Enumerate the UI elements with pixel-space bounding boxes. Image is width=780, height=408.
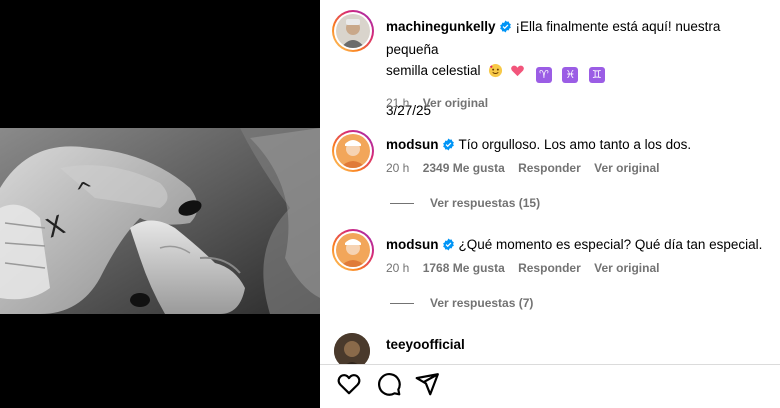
post-time: 21 h <box>386 96 410 110</box>
see-original-link[interactable]: Ver original <box>594 161 659 175</box>
comment-icon[interactable] <box>376 371 402 397</box>
author-avatar[interactable] <box>332 10 374 52</box>
view-replies-button[interactable]: Ver respuestas (15) <box>390 196 540 210</box>
aries-emoji: ♈ <box>535 67 552 83</box>
replies-divider <box>390 202 414 204</box>
comment-text: Tío orgulloso. Los amo tanto a los dos. <box>458 137 692 152</box>
comment-2: modsun ¿Qué momento es especial? Qué día … <box>386 236 762 256</box>
caption-line-2: semilla celestial <box>386 63 481 78</box>
comments-panel: machinegunkelly ¡Ella finalmente está aqu… <box>320 0 780 408</box>
view-replies-button[interactable]: Ver respuestas (7) <box>390 296 533 310</box>
view-replies-label[interactable]: Ver respuestas (7) <box>430 296 533 310</box>
comment-time: 20 h <box>386 261 410 275</box>
heart-icon[interactable] <box>336 371 362 397</box>
like-count[interactable]: 1768 Me gusta <box>423 261 505 275</box>
comment-username[interactable]: teeyoofficial <box>386 337 465 352</box>
reply-button[interactable]: Responder <box>518 261 581 275</box>
see-original-link[interactable]: Ver original <box>594 261 659 275</box>
author-username[interactable]: machinegunkelly <box>386 19 496 34</box>
comment-text: ¿Qué momento es especial? Qué día tan es… <box>458 237 763 252</box>
comment-meta: 20 h 2349 Me gusta Responder Ver origina… <box>386 161 669 175</box>
comment-username[interactable]: modsun <box>386 137 439 152</box>
view-replies-label[interactable]: Ver respuestas (15) <box>430 196 540 210</box>
growing-heart-emoji <box>510 63 525 84</box>
replies-divider <box>390 302 414 304</box>
comment-time: 20 h <box>386 161 410 175</box>
comment-username[interactable]: modsun <box>386 237 439 252</box>
post-photo[interactable]: ^ X <box>0 128 320 314</box>
face-with-hearts-emoji <box>488 63 503 84</box>
post-media[interactable]: ^ X <box>0 0 320 408</box>
comment-avatar[interactable] <box>332 229 374 271</box>
gemini-emoji: ♊ <box>588 67 605 83</box>
comment-3: teeyoofficial <box>386 336 465 354</box>
pisces-emoji: ♓ <box>562 67 579 83</box>
share-icon[interactable] <box>414 371 440 397</box>
action-bar <box>320 364 780 408</box>
comment-avatar[interactable] <box>332 130 374 172</box>
like-count[interactable]: 2349 Me gusta <box>423 161 505 175</box>
see-original-link[interactable]: Ver original <box>423 96 488 110</box>
verified-badge-icon <box>499 18 512 39</box>
reply-button[interactable]: Responder <box>518 161 581 175</box>
post-meta: 21 h Ver original <box>386 96 498 110</box>
comment-1: modsun Tío orgulloso. Los amo tanto a los… <box>386 136 691 156</box>
verified-badge-icon <box>442 138 455 156</box>
comment-meta: 20 h 1768 Me gusta Responder Ver origina… <box>386 261 669 275</box>
verified-badge-icon <box>442 238 455 256</box>
